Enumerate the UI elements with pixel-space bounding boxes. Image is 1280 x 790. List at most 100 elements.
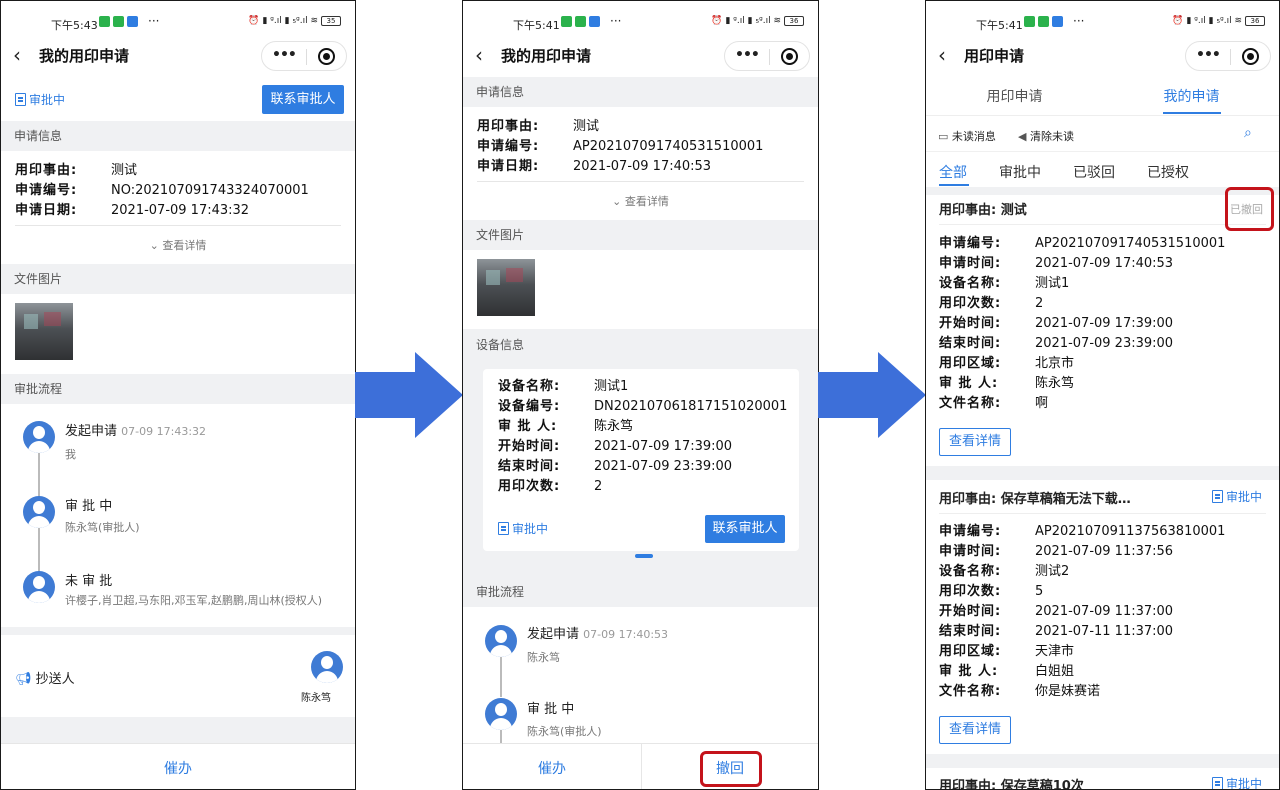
info-row-reason: 用印事由: 测试 bbox=[477, 117, 807, 137]
close-miniprogram-icon[interactable] bbox=[318, 48, 335, 65]
close-miniprogram-icon[interactable] bbox=[1242, 48, 1259, 65]
nav-bar: ‹ 我的用印申请 ••• bbox=[1, 41, 355, 71]
field-value: 测试 bbox=[111, 163, 138, 178]
carousel-indicator[interactable] bbox=[635, 554, 653, 558]
field-value: 啊 bbox=[1035, 396, 1049, 411]
card-field-row: 结束时间: 2021-07-11 11:37:00 bbox=[939, 622, 1269, 642]
more-icon[interactable]: ••• bbox=[735, 47, 760, 63]
view-details-link[interactable]: ⌄ 查看详情 bbox=[463, 193, 818, 209]
contact-approver-button[interactable]: 联系审批人 bbox=[262, 85, 344, 114]
flow-step-2: 审 批 中 bbox=[527, 702, 575, 717]
status-label: 审批中 bbox=[1226, 777, 1263, 790]
status-time: 下午5:41 bbox=[513, 19, 560, 32]
card-field-row: 设备名称: 测试2 bbox=[939, 562, 1269, 582]
system-icons: ⏰ ▮ ᵍ.ıl ▮ ₅ᵍ.ıl ≋ 36 bbox=[1172, 16, 1265, 26]
flow-step-sub: 陈永笃 bbox=[527, 651, 560, 664]
field-label: 开始时间: bbox=[939, 604, 1002, 619]
section-header-info: 申请信息 bbox=[463, 77, 818, 107]
card-field-row: 用印次数: 2 bbox=[939, 294, 1269, 314]
status-time: 下午5:43 bbox=[51, 19, 98, 32]
field-label: 设备名称: bbox=[939, 564, 1002, 579]
device-row-count: 用印次数: 2 bbox=[498, 477, 788, 497]
card-field-row: 申请编号: AP202107091137563810001 bbox=[939, 522, 1269, 542]
field-label: 用印次数: bbox=[498, 479, 561, 494]
tab-apply[interactable]: 用印申请 bbox=[926, 86, 1103, 106]
view-details-label: 查看详情 bbox=[162, 239, 207, 252]
filter-rejected[interactable]: 已驳回 bbox=[1073, 162, 1115, 182]
more-icon[interactable]: ••• bbox=[1196, 47, 1221, 63]
phone-screen-device-detail: 下午5:41 ··· ⏰ ▮ ᵍ.ıl ▮ ₅ᵍ.ıl ≋ 36 ‹ 我的用印申… bbox=[462, 0, 819, 790]
field-label: 用印区域: bbox=[939, 644, 1002, 659]
phone-screen-my-applications: 下午5:41 ··· ⏰ ▮ ᵍ.ıl ▮ ₅ᵍ.ıl ≋ 36 ‹ 用印申请 … bbox=[925, 0, 1280, 790]
card-field-row: 审 批 人: 陈永笃 bbox=[939, 374, 1269, 394]
filter-pending[interactable]: 审批中 bbox=[999, 162, 1041, 182]
system-icons: ⏰ ▮ ᵍ.ıl ▮ ₅ᵍ.ıl ≋ 35 bbox=[248, 16, 341, 26]
search-icon[interactable]: ⌕ bbox=[1244, 125, 1252, 141]
field-label: 结束时间: bbox=[939, 336, 1002, 351]
field-label: 设备名称: bbox=[498, 379, 561, 394]
field-value: 测试 bbox=[573, 119, 600, 134]
message-icon: ▭ bbox=[938, 130, 949, 143]
flow-step-1: 发起申请 07-09 17:43:32 bbox=[65, 420, 206, 439]
clear-unread-button[interactable]: ◀ 清除未读 bbox=[1018, 128, 1074, 144]
file-image-thumbnail[interactable] bbox=[15, 303, 73, 360]
page-title: 我的用印申请 bbox=[39, 47, 130, 65]
field-value: 天津市 bbox=[1035, 644, 1075, 659]
close-miniprogram-icon[interactable] bbox=[781, 48, 798, 65]
spacer bbox=[926, 754, 1279, 768]
device-card: 设备名称: 测试1 设备编号: DN202107061817151020001 审 … bbox=[483, 369, 799, 551]
avatar bbox=[485, 698, 517, 730]
nav-bar: ‹ 用印申请 ••• bbox=[926, 41, 1279, 71]
filter-authorized[interactable]: 已授权 bbox=[1147, 162, 1189, 182]
filter-active-indicator bbox=[939, 184, 969, 186]
urge-button[interactable]: 催办 bbox=[463, 758, 641, 778]
view-details-button[interactable]: 查看详情 bbox=[939, 716, 1011, 744]
field-label: 申请编号: bbox=[939, 524, 1002, 539]
card-title: 用印事由: 保存草稿箱无法下载… bbox=[939, 492, 1131, 507]
urge-button[interactable]: 催办 bbox=[1, 758, 355, 778]
card-title: 用印事由: 保存草稿10次 bbox=[939, 779, 1084, 790]
device-row-approver: 审 批 人: 陈永笃 bbox=[498, 417, 788, 437]
field-label: 设备名称: bbox=[939, 276, 1002, 291]
field-value: 2 bbox=[594, 479, 603, 494]
spacer bbox=[1, 627, 355, 635]
tab-my-applications[interactable]: 我的申请 bbox=[1103, 86, 1279, 106]
field-value: 2021-07-11 11:37:00 bbox=[1035, 624, 1174, 639]
notification-icons bbox=[99, 16, 138, 27]
card-field-row: 用印区域: 天津市 bbox=[939, 642, 1269, 662]
card-field-row: 申请编号: AP202107091740531510001 bbox=[939, 234, 1269, 254]
capsule-divider bbox=[306, 49, 307, 65]
card-title: 用印事由: 测试 bbox=[939, 203, 1027, 218]
field-value: 2021-07-09 17:39:00 bbox=[1035, 316, 1174, 331]
card-field-row: 文件名称: 啊 bbox=[939, 394, 1269, 414]
field-value: 2021-07-09 17:40:53 bbox=[573, 159, 712, 174]
view-details-label: 查看详情 bbox=[624, 195, 669, 208]
back-icon[interactable]: ‹ bbox=[938, 43, 946, 67]
field-label: 审 批 人: bbox=[939, 664, 999, 679]
info-row-date: 申请日期: 2021-07-09 17:40:53 bbox=[477, 157, 807, 177]
flow-step-sub: 陈永笃(审批人) bbox=[527, 725, 602, 738]
info-row-number: 申请编号: AP202107091740531510001 bbox=[477, 137, 807, 157]
device-row-name: 设备名称: 测试1 bbox=[498, 377, 788, 397]
field-label: 设备编号: bbox=[498, 399, 561, 414]
back-icon[interactable]: ‹ bbox=[475, 43, 483, 67]
broom-icon: ◀ bbox=[1018, 130, 1027, 143]
field-label: 申请时间: bbox=[939, 256, 1002, 271]
more-icon[interactable]: ••• bbox=[272, 47, 297, 63]
contact-approver-button[interactable]: 联系审批人 bbox=[705, 515, 785, 543]
more-notifications-icon: ··· bbox=[148, 14, 160, 28]
divider bbox=[477, 181, 804, 182]
mini-program-capsule: ••• bbox=[261, 41, 347, 71]
flow-step-1: 发起申请 07-09 17:40:53 bbox=[527, 623, 668, 642]
back-icon[interactable]: ‹ bbox=[13, 43, 21, 67]
phone-screen-approval-detail: 下午5:43 ··· ⏰ ▮ ᵍ.ıl ▮ ₅ᵍ.ıl ≋ 35 ‹ 我的用印申… bbox=[0, 0, 356, 790]
unread-label: 未读消息 bbox=[951, 130, 996, 143]
filter-all[interactable]: 全部 bbox=[939, 162, 967, 182]
field-label: 结束时间: bbox=[939, 624, 1002, 639]
capsule-divider bbox=[1230, 49, 1231, 65]
unread-messages-button[interactable]: ▭ 未读消息 bbox=[938, 128, 996, 144]
view-details-button[interactable]: 查看详情 bbox=[939, 428, 1011, 456]
file-image-thumbnail[interactable] bbox=[477, 259, 535, 316]
view-details-link[interactable]: ⌄ 查看详情 bbox=[1, 237, 355, 253]
battery-icon: 36 bbox=[1245, 16, 1265, 26]
